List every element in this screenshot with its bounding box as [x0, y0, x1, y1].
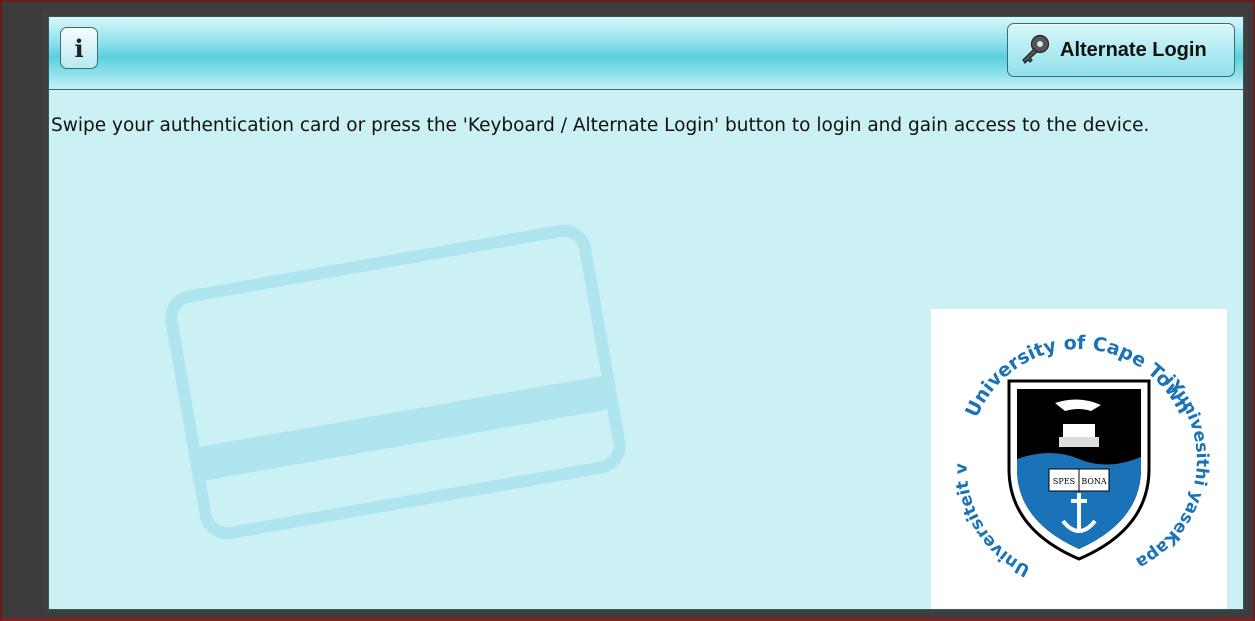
alternate-login-button[interactable]: Alternate Login: [1007, 23, 1235, 77]
info-button[interactable]: i: [60, 27, 98, 69]
key-icon: [1022, 34, 1050, 64]
motto-spes: SPES: [1053, 477, 1075, 486]
university-logo: University of Cape Town iYunivesithi yas…: [931, 309, 1227, 609]
header-bar: i Alternate Login: [49, 17, 1243, 90]
motto-bona: BONA: [1081, 477, 1107, 486]
instruction-text: Swipe your authentication card or press …: [51, 115, 1150, 136]
screen: i Alternate Login Swipe your authenticat…: [42, 10, 1248, 613]
info-icon: i: [74, 33, 84, 63]
device-frame: i Alternate Login Swipe your authenticat…: [0, 0, 1255, 621]
alternate-login-label: Alternate Login: [1060, 38, 1207, 61]
login-panel: i Alternate Login Swipe your authenticat…: [48, 16, 1244, 610]
card-swipe-icon: [165, 224, 626, 540]
shield-icon: SPES BONA: [1007, 379, 1151, 561]
